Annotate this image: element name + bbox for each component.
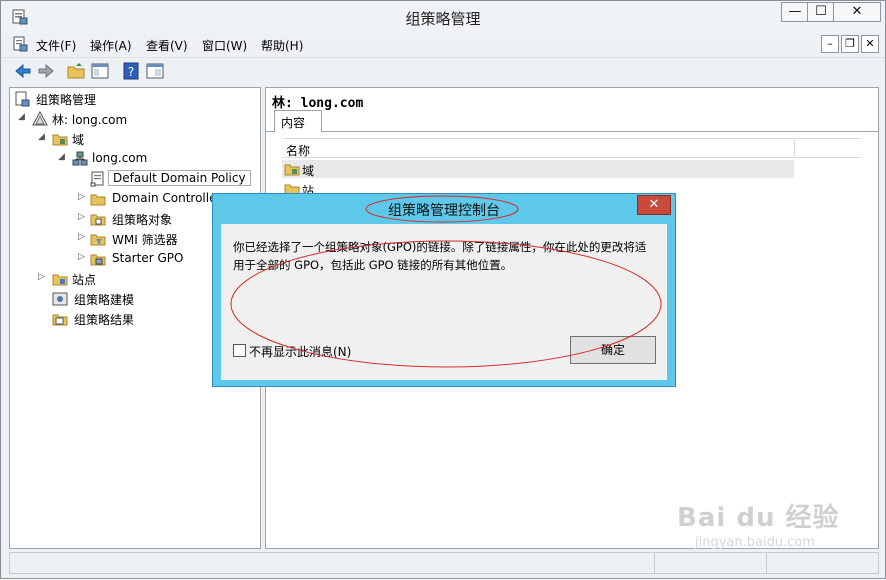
back-arrow-icon[interactable] (13, 61, 33, 81)
gpmc-window: 组策略管理 — ☐ ✕ 文件(F) 操作(A) 查看(V) 窗口(W) 帮助(H… (0, 0, 886, 579)
close-button[interactable]: ✕ (833, 2, 881, 22)
list-header: 名称 (282, 138, 862, 158)
content-forest-title: 林: long.com (272, 96, 364, 111)
gpo-link-icon (90, 171, 104, 187)
dialog-body: 你已经选择了一个组策略对象(GPO)的链接。除了链接属性，你在此处的更改将适用于… (221, 224, 667, 380)
dont-show-again-checkbox[interactable] (233, 344, 246, 357)
tab-contents[interactable]: 内容 (274, 110, 322, 132)
results-icon (52, 314, 68, 326)
forest-icon (32, 111, 48, 126)
tree-label-wmi-filters: WMI 筛选器 (112, 233, 178, 247)
column-separator[interactable] (794, 139, 795, 157)
document-menu-icon[interactable] (12, 36, 28, 52)
title-bar: 组策略管理 — ☐ ✕ (1, 1, 885, 33)
menu-window[interactable]: 窗口(W) (202, 37, 247, 54)
mdi-restore-button[interactable]: ❐ (841, 35, 859, 53)
tree-label-results: 组策略结果 (74, 313, 135, 327)
starter-gpo-folder-icon (90, 254, 106, 266)
dont-show-again-label[interactable]: 不再显示此消息(N) (249, 343, 351, 360)
console-tree-icon[interactable] (90, 61, 110, 81)
tab-divider (266, 131, 878, 132)
mdi-minimize-button[interactable]: – (821, 35, 839, 53)
properties-icon[interactable] (145, 61, 165, 81)
tree-label-modeling: 组策略建模 (74, 293, 135, 307)
dialog-title: 组策略管理控制台 (388, 203, 500, 219)
up-folder-icon[interactable] (66, 61, 86, 81)
toolbar: ? (1, 57, 885, 85)
tree-label-default-domain-policy: Default Domain Policy (108, 170, 251, 186)
tree-label-root: 组策略管理 (36, 93, 97, 107)
maximize-button[interactable]: ☐ (807, 2, 835, 22)
ok-button[interactable]: 确定 (570, 336, 656, 364)
collapse-arrow-icon[interactable]: ◢ (38, 132, 48, 142)
watermark-url: jingyan.baidu.com (695, 535, 815, 550)
tree-label-domains: 域 (72, 133, 85, 147)
list-item-domains[interactable]: 域 (282, 160, 794, 178)
menu-action[interactable]: 操作(A) (90, 37, 132, 54)
tree-label-gpo-objects: 组策略对象 (112, 213, 173, 227)
svg-text:?: ? (128, 65, 134, 79)
menu-view[interactable]: 查看(V) (146, 37, 188, 54)
expand-arrow-icon[interactable]: ▷ (78, 252, 88, 262)
ou-folder-icon (90, 194, 106, 206)
mdi-close-button[interactable]: ✕ (861, 35, 879, 53)
menu-help[interactable]: 帮助(H) (261, 37, 303, 54)
expand-arrow-icon[interactable]: ▷ (38, 272, 48, 282)
sites-folder-icon (52, 274, 68, 286)
domains-folder-icon (52, 134, 68, 146)
tree-label-sites: 站点 (72, 273, 97, 287)
domain-icon (72, 151, 88, 166)
expand-arrow-icon[interactable]: ▷ (78, 232, 88, 242)
tree-label-domain-controllers: Domain Controllers (112, 191, 228, 205)
modeling-icon (52, 292, 68, 306)
column-header-name[interactable]: 名称 (286, 142, 310, 159)
gpmc-dialog: 组策略管理控制台 ✕ 你已经选择了一个组策略对象(GPO)的链接。除了链接属性，… (212, 193, 676, 387)
gpmc-root-icon (15, 91, 30, 107)
tree-label-forest: 林: long.com (52, 113, 128, 127)
dialog-message: 你已经选择了一个组策略对象(GPO)的链接。除了链接属性，你在此处的更改将适用于… (233, 240, 647, 272)
expand-arrow-icon[interactable]: ▷ (78, 212, 88, 222)
help-icon[interactable]: ? (121, 61, 141, 81)
forward-arrow-icon[interactable] (36, 61, 56, 81)
tree-label-starter-gpo: Starter GPO (112, 251, 184, 265)
gpo-folder-icon (90, 214, 106, 226)
dialog-close-button[interactable]: ✕ (637, 195, 671, 215)
collapse-arrow-icon[interactable]: ◢ (58, 152, 68, 162)
status-bar (9, 552, 879, 574)
domains-folder-icon (284, 164, 300, 176)
menu-bar: 文件(F) 操作(A) 查看(V) 窗口(W) 帮助(H) – ❐ ✕ (1, 33, 885, 55)
tree-label-domain: long.com (92, 151, 148, 165)
list-item-label: 域 (302, 164, 315, 178)
watermark-logo: Bai du 经验 (677, 503, 840, 533)
status-segment (654, 553, 655, 573)
collapse-arrow-icon[interactable]: ◢ (18, 112, 28, 122)
status-segment (766, 553, 767, 573)
window-title: 组策略管理 (405, 10, 481, 28)
minimize-button[interactable]: — (781, 2, 809, 22)
menu-file[interactable]: 文件(F) (36, 37, 76, 54)
expand-arrow-icon[interactable]: ▷ (78, 192, 88, 202)
wmi-folder-icon (90, 234, 106, 246)
